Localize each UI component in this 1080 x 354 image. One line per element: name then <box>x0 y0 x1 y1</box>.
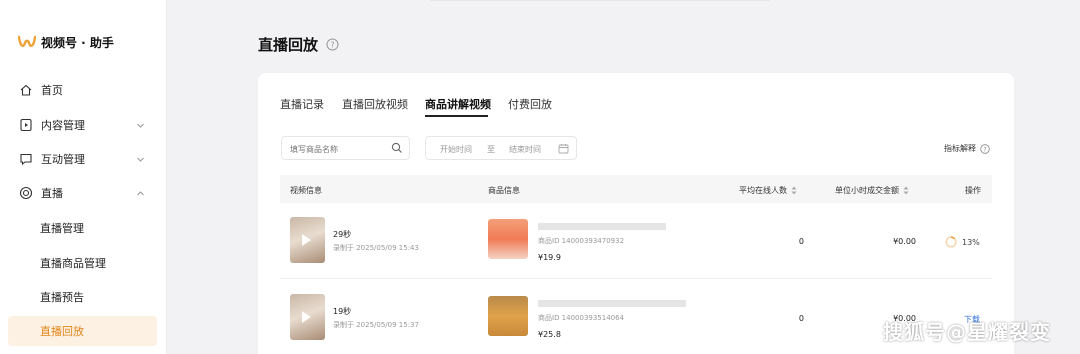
brand[interactable]: 视频号 · 助手 <box>18 34 114 51</box>
tab-replay-videos[interactable]: 直播回放视频 <box>342 96 408 112</box>
svg-text:?: ? <box>330 40 334 49</box>
product-price: ¥19.9 <box>538 253 561 262</box>
sidebar: 视频号 · 助手 首页 内容管理 互动管理 直播 直播管理 直播商品管理 直播预… <box>0 0 167 354</box>
play-icon <box>302 234 311 246</box>
sidebar-item-label: 互动管理 <box>41 153 85 166</box>
calendar-icon <box>558 144 569 154</box>
sidebar-item-live-manage[interactable]: 直播管理 <box>0 213 167 243</box>
recorded-time: 录制于 2025/05/09 15:43 <box>333 244 419 252</box>
help-circle-icon[interactable]: ? <box>326 38 339 51</box>
sidebar-item-live-replay[interactable]: 直播回放 <box>8 316 157 346</box>
sidebar-item-label: 直播 <box>41 187 63 200</box>
chevron-up-icon <box>137 190 144 195</box>
sidebar-item-label: 直播预告 <box>40 291 84 304</box>
end-time-field[interactable]: 结束时间 <box>509 144 541 155</box>
chevron-down-icon <box>137 157 144 162</box>
sidebar-item-live[interactable]: 直播 <box>0 178 167 208</box>
sidebar-item-label: 内容管理 <box>41 119 85 132</box>
active-tab-indicator <box>425 115 488 117</box>
column-label: 平均在线人数 <box>739 186 787 195</box>
table-header: 视频信息 商品信息 平均在线人数 单位小时成交金额 操作 <box>280 175 992 203</box>
search-icon[interactable] <box>391 142 403 154</box>
recorded-time: 录制于 2025/05/09 15:37 <box>333 321 419 329</box>
sidebar-item-label: 直播回放 <box>40 325 84 338</box>
video-thumbnail[interactable] <box>290 294 325 340</box>
metric-explanation-link[interactable]: 指标解释 ? <box>944 143 990 154</box>
video-thumbnail[interactable] <box>290 217 325 263</box>
live-icon <box>19 186 33 200</box>
product-price: ¥25.8 <box>538 330 561 339</box>
avg-online-value: 0 <box>798 237 804 246</box>
progress-ring-icon <box>945 236 957 248</box>
help-circle-icon: ? <box>980 143 990 154</box>
topbar-divider <box>430 0 770 1</box>
product-id: 商品ID 14000393514064 <box>538 314 625 322</box>
sidebar-item-label: 直播管理 <box>40 222 84 235</box>
avg-online-value: 0 <box>798 314 804 323</box>
column-hourly-amount[interactable]: 单位小时成交金额 <box>835 185 909 196</box>
column-label: 操作 <box>965 186 981 195</box>
progress-percent: 13% <box>962 237 980 247</box>
column-product-info: 商品信息 <box>488 185 520 196</box>
column-avg-online[interactable]: 平均在线人数 <box>739 185 797 196</box>
chat-icon <box>20 153 32 166</box>
replay-card: 直播记录 直播回放视频 商品讲解视频 付费回放 开始时间 至 结束时间 指标解释… <box>258 73 1014 354</box>
product-name-search-input[interactable] <box>282 138 382 161</box>
video-duration: 19秒 <box>333 307 352 316</box>
column-label: 商品信息 <box>488 186 520 195</box>
sidebar-item-label: 直播商品管理 <box>40 257 106 270</box>
sort-icon[interactable] <box>791 186 797 195</box>
column-video-info: 视频信息 <box>290 185 322 196</box>
product-image <box>488 219 528 259</box>
column-label: 单位小时成交金额 <box>835 186 899 195</box>
home-icon <box>20 84 32 96</box>
page-title: 直播回放 <box>258 36 319 54</box>
sidebar-item-interaction[interactable]: 互动管理 <box>0 144 167 174</box>
watermark: 搜狐号@星耀裂变 <box>883 320 1051 344</box>
tab-product-explain-videos[interactable]: 商品讲解视频 <box>425 96 491 112</box>
content-icon <box>20 118 32 132</box>
date-separator: 至 <box>487 145 495 154</box>
product-search-box <box>281 136 410 161</box>
app-title: 视频号 · 助手 <box>41 36 114 50</box>
hourly-amount-value: ¥0.00 <box>893 237 916 246</box>
column-label: 视频信息 <box>290 186 322 195</box>
wechat-channels-logo-icon <box>18 35 36 47</box>
start-time-field[interactable]: 开始时间 <box>440 144 472 155</box>
table-row: 29秒 录制于 2025/05/09 15:43 商品ID 1400039347… <box>280 203 992 279</box>
generation-progress: 13% <box>945 236 980 248</box>
chevron-down-icon <box>137 123 144 128</box>
sidebar-item-live-products[interactable]: 直播商品管理 <box>0 248 167 278</box>
metric-explanation-label: 指标解释 <box>944 144 976 153</box>
tab-paid-replay[interactable]: 付费回放 <box>508 96 552 112</box>
column-operation: 操作 <box>965 185 981 196</box>
video-duration: 29秒 <box>333 230 352 239</box>
product-name-blurred <box>538 300 686 307</box>
product-id: 商品ID 14000393470932 <box>538 237 625 245</box>
sidebar-item-content[interactable]: 内容管理 <box>0 110 167 140</box>
sort-icon[interactable] <box>903 186 909 195</box>
tab-live-records[interactable]: 直播记录 <box>280 96 324 112</box>
play-icon <box>302 311 311 323</box>
date-range-picker[interactable]: 开始时间 至 结束时间 <box>425 136 577 160</box>
sidebar-item-home[interactable]: 首页 <box>0 75 167 105</box>
sidebar-item-label: 首页 <box>41 84 63 97</box>
product-image <box>488 296 528 336</box>
product-name-blurred <box>538 223 666 230</box>
sidebar-item-live-preview[interactable]: 直播预告 <box>0 282 167 312</box>
svg-text:?: ? <box>983 146 986 153</box>
